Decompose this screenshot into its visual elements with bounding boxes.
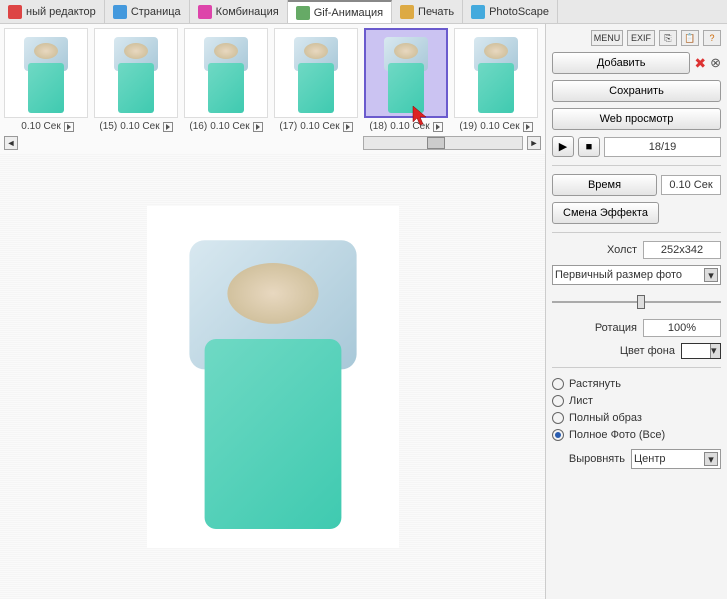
time-value: 0.10 Сек	[661, 175, 721, 195]
thumb-image	[274, 28, 358, 118]
size-slider[interactable]	[552, 293, 721, 311]
editor-icon	[8, 5, 22, 19]
radio-icon	[552, 429, 564, 441]
tab-label: Gif-Анимация	[314, 7, 383, 19]
effect-button[interactable]: Смена Эффекта	[552, 202, 659, 224]
radio-icon	[552, 378, 564, 390]
canvas-size-value: 252x342	[643, 241, 721, 259]
tab-label: ный редактор	[26, 6, 96, 18]
thumb-image	[454, 28, 538, 118]
thumb-caption: 0.10 Сек	[18, 121, 73, 132]
tab-печать[interactable]: Печать	[392, 0, 463, 23]
tab-label: PhotoScape	[489, 6, 549, 18]
tab-страница[interactable]: Страница	[105, 0, 190, 23]
fit-option-label: Полное Фото (Все)	[569, 429, 665, 441]
scroll-right-button[interactable]: ►	[527, 136, 541, 150]
radio-icon	[552, 412, 564, 424]
delete-all-icon[interactable]: ⊗	[710, 55, 721, 71]
gif-icon	[296, 6, 310, 20]
bgcolor-label: Цвет фона	[552, 345, 675, 357]
thumbnail-strip: 0.10 Сек (15) 0.10 Сек (16) 0.10 Сек (17…	[0, 24, 545, 134]
thumb-image	[4, 28, 88, 118]
fit-mode-group: Растянуть Лист Полный образ Полное Фото (Вс…	[552, 376, 721, 443]
scroll-left-button[interactable]: ◄	[4, 136, 18, 150]
fit-option-label: Лист	[569, 395, 593, 407]
frame-readout: 18/19	[604, 137, 721, 157]
play-icon[interactable]	[433, 122, 443, 132]
thumb-image	[94, 28, 178, 118]
resize-mode-select[interactable]: Первичный размер фото ▾	[552, 265, 721, 285]
align-label: Выровнять	[552, 453, 625, 465]
menu-button[interactable]: MENU	[591, 30, 623, 46]
chevron-down-icon: ▾	[704, 268, 718, 282]
right-panel: MENU EXIF ⎘ 📋 ? Добавить ✖ ⊗ Сохранить W…	[545, 24, 727, 599]
photoscape-icon	[471, 5, 485, 19]
chevron-down-icon: ▾	[704, 452, 718, 466]
fit-option[interactable]: Лист	[552, 395, 721, 407]
preview-image	[147, 206, 399, 548]
play-icon[interactable]	[343, 122, 353, 132]
combination-icon	[198, 5, 212, 19]
paste-icon[interactable]: 📋	[681, 30, 699, 46]
help-icon[interactable]: ?	[703, 30, 721, 46]
canvas-area	[0, 154, 545, 599]
rotation-value: 100%	[643, 319, 721, 337]
fit-option[interactable]: Полное Фото (Все)	[552, 429, 721, 441]
copy-icon[interactable]: ⎘	[659, 30, 677, 46]
thumbnail-scrollbar[interactable]	[363, 136, 523, 150]
tab-photoscape[interactable]: PhotoScape	[463, 0, 558, 23]
thumb-caption: (18) 0.10 Сек	[369, 121, 442, 132]
page-icon	[113, 5, 127, 19]
thumb-caption: (19) 0.10 Сек	[459, 121, 532, 132]
canvas-label: Холст	[552, 244, 637, 256]
tab-label: Печать	[418, 6, 454, 18]
left-panel: 0.10 Сек (15) 0.10 Сек (16) 0.10 Сек (17…	[0, 24, 545, 599]
tab-bar: ный редактор Страница Комбинация Gif-Анимац…	[0, 0, 727, 24]
rotation-label: Ротация	[552, 322, 637, 334]
time-button[interactable]: Время	[552, 174, 657, 196]
align-value: Центр	[634, 453, 666, 465]
play-icon[interactable]	[64, 122, 74, 132]
align-select[interactable]: Центр ▾	[631, 449, 721, 469]
tab-комбинация[interactable]: Комбинация	[190, 0, 288, 23]
tab-gif-анимация[interactable]: Gif-Анимация	[288, 0, 392, 23]
play-button[interactable]: ▶	[552, 136, 574, 157]
thumbnail[interactable]: (16) 0.10 Сек	[182, 28, 270, 132]
thumb-image	[364, 28, 448, 118]
bgcolor-swatch[interactable]: ▾	[681, 343, 721, 359]
play-icon[interactable]	[523, 122, 533, 132]
tab-label: Комбинация	[216, 6, 279, 18]
fit-option-label: Полный образ	[569, 412, 642, 424]
save-button[interactable]: Сохранить	[552, 80, 721, 102]
thumb-caption: (15) 0.10 Сек	[99, 121, 172, 132]
thumb-caption: (16) 0.10 Сек	[189, 121, 262, 132]
webview-button[interactable]: Web просмотр	[552, 108, 721, 130]
play-icon[interactable]	[253, 122, 263, 132]
radio-icon	[552, 395, 564, 407]
thumbnail[interactable]: (19) 0.10 Сек	[452, 28, 540, 132]
resize-mode-value: Первичный размер фото	[555, 269, 682, 281]
stop-button[interactable]: ■	[578, 137, 600, 157]
fit-option[interactable]: Растянуть	[552, 378, 721, 390]
thumb-caption: (17) 0.10 Сек	[279, 121, 352, 132]
exif-button[interactable]: EXIF	[627, 30, 655, 46]
delete-icon[interactable]: ✖	[694, 55, 706, 72]
add-button[interactable]: Добавить	[552, 52, 690, 74]
fit-option[interactable]: Полный образ	[552, 412, 721, 424]
print-icon	[400, 5, 414, 19]
thumbnail[interactable]: (15) 0.10 Сек	[92, 28, 180, 132]
thumbnail[interactable]: 0.10 Сек	[2, 28, 90, 132]
fit-option-label: Растянуть	[569, 378, 621, 390]
tab-label: Страница	[131, 6, 181, 18]
thumb-image	[184, 28, 268, 118]
thumbnail[interactable]: (17) 0.10 Сек	[272, 28, 360, 132]
thumbnail[interactable]: (18) 0.10 Сек	[362, 28, 450, 132]
tab-ный-редактор[interactable]: ный редактор	[0, 0, 105, 23]
play-icon[interactable]	[163, 122, 173, 132]
